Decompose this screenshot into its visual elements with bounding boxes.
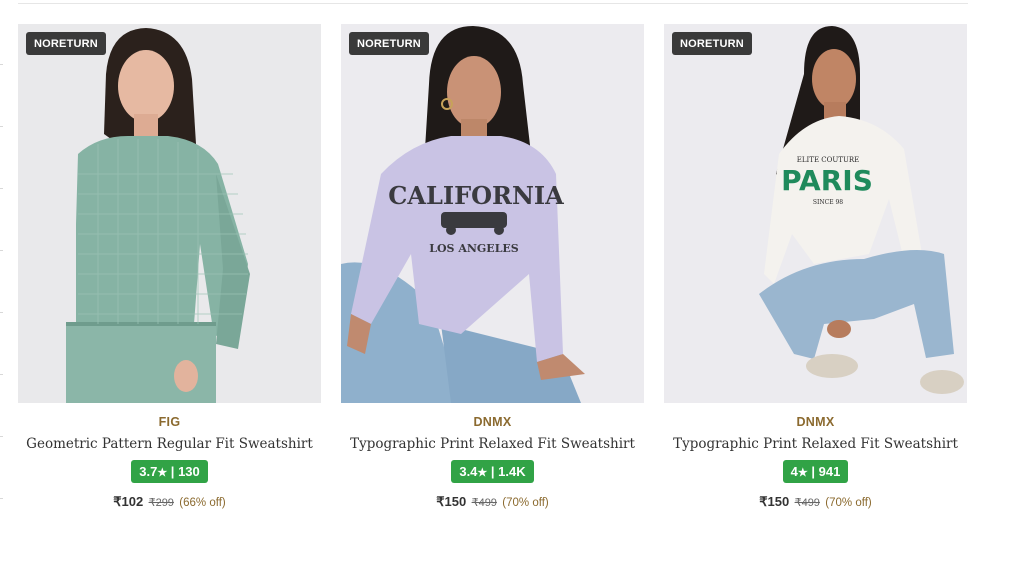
- rating-badge: 4★ | 941: [782, 460, 849, 483]
- product-grid: NORETURN FIG Geometric Pattern Regular F…: [18, 24, 967, 510]
- print-subtext: LOS ANGELES: [429, 242, 519, 255]
- product-card[interactable]: NORETURN FIG Geometric Pattern Regular F…: [18, 24, 321, 510]
- discount-text: (70% off): [502, 497, 549, 509]
- print-subtext: ELITE COUTURE: [797, 156, 859, 164]
- print-text: PARIS: [781, 164, 873, 197]
- discount-text: (70% off): [825, 497, 872, 509]
- star-icon: ★: [797, 467, 808, 479]
- noreturn-badge: NORETURN: [672, 32, 752, 55]
- left-edge-ticks: [0, 0, 3, 563]
- price-row: ₹150 ₹499 (70% off): [341, 494, 644, 510]
- mrp-price: ₹499: [794, 497, 820, 509]
- mrp-price: ₹299: [148, 497, 174, 509]
- selling-price: ₹102: [113, 494, 144, 509]
- model-photo: [18, 24, 321, 403]
- rating-count: 1.4K: [498, 464, 526, 479]
- product-brand[interactable]: DNMX: [341, 415, 644, 429]
- price-row: ₹102 ₹299 (66% off): [18, 494, 321, 510]
- rating-value: 3.7: [139, 464, 158, 479]
- price-row: ₹150 ₹499 (70% off): [664, 494, 967, 510]
- rating-badge: 3.7★ | 130: [131, 460, 208, 483]
- rating-count: 130: [178, 464, 200, 479]
- rating-value: 4: [790, 464, 798, 479]
- rating-badge: 3.4★ | 1.4K: [451, 460, 534, 483]
- selling-price: ₹150: [759, 494, 790, 509]
- rating-count: 941: [818, 464, 841, 479]
- rating-value: 3.4: [459, 464, 478, 479]
- product-name[interactable]: Typographic Print Relaxed Fit Sweatshirt: [341, 436, 644, 452]
- product-card[interactable]: ELITE COUTURE PARIS SINCE 98 NORETURN DN…: [664, 24, 967, 510]
- selling-price: ₹150: [436, 494, 467, 509]
- product-name[interactable]: Typographic Print Relaxed Fit Sweatshirt: [664, 436, 967, 452]
- product-image[interactable]: NORETURN: [18, 24, 321, 403]
- product-brand[interactable]: FIG: [18, 415, 321, 429]
- discount-text: (66% off): [179, 497, 226, 509]
- product-card[interactable]: CALIFORNIA LOS ANGELES NORETURN DNMX Typ…: [341, 24, 644, 510]
- star-icon: ★: [477, 467, 488, 479]
- print-text: CALIFORNIA: [388, 181, 564, 210]
- product-image[interactable]: ELITE COUTURE PARIS SINCE 98 NORETURN: [664, 24, 967, 403]
- print-footer: SINCE 98: [813, 199, 843, 206]
- star-icon: ★: [157, 467, 168, 479]
- mrp-price: ₹499: [471, 497, 497, 509]
- noreturn-badge: NORETURN: [26, 32, 106, 55]
- model-photo: CALIFORNIA LOS ANGELES: [341, 24, 644, 403]
- product-name[interactable]: Geometric Pattern Regular Fit Sweatshirt: [18, 436, 321, 452]
- product-image[interactable]: CALIFORNIA LOS ANGELES NORETURN: [341, 24, 644, 403]
- top-divider: [18, 3, 968, 4]
- noreturn-badge: NORETURN: [349, 32, 429, 55]
- product-brand[interactable]: DNMX: [664, 415, 967, 429]
- model-photo: ELITE COUTURE PARIS SINCE 98: [664, 24, 967, 403]
